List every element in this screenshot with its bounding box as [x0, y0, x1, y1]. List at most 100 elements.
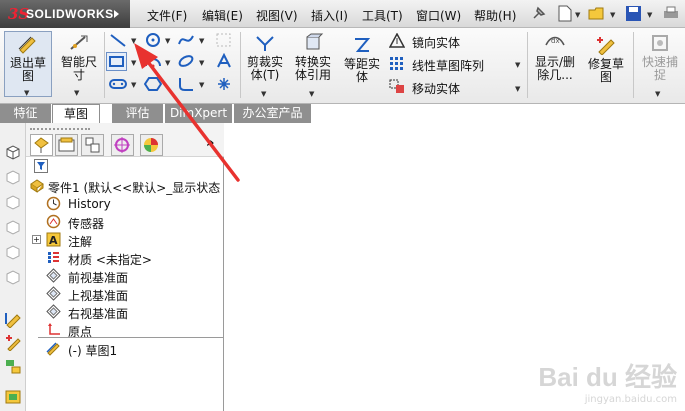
smart-dimension-dropdown-icon[interactable]: ▼: [74, 89, 79, 97]
menu-file[interactable]: 文件(F): [147, 7, 187, 24]
convert-entities-button[interactable]: 转换实 体引用: [289, 31, 337, 97]
convert-dropdown-icon[interactable]: ▼: [309, 90, 314, 98]
quick-snaps-dropdown-icon[interactable]: ▼: [655, 90, 660, 98]
menu-view[interactable]: 视图(V): [256, 7, 298, 24]
layers-icon[interactable]: [4, 358, 22, 376]
display-pane-icon[interactable]: [4, 388, 22, 406]
view-right-icon[interactable]: [4, 218, 22, 236]
tree-item-sketch1[interactable]: (-) 草图1: [68, 342, 117, 359]
menu-tools[interactable]: 工具(T): [362, 7, 403, 24]
offset-entities-icon: [355, 38, 371, 52]
tree-item-sensors[interactable]: 传感器: [68, 215, 104, 232]
part-icon: [30, 179, 44, 193]
save-icon[interactable]: [625, 5, 643, 22]
tab-property-manager[interactable]: [55, 134, 78, 156]
tree-item-material[interactable]: 材质 <未指定>: [68, 251, 152, 268]
print-icon[interactable]: [662, 5, 680, 22]
app-name: SOLIDWORKS: [26, 7, 114, 21]
front-plane-icon: [46, 268, 61, 283]
tree-item-history[interactable]: History: [68, 197, 111, 211]
view-iso-icon[interactable]: [4, 243, 22, 261]
command-manager: 退出草 图 ▼ 智能尺 寸 ▼ ▼ ▼ ▼ ▼ ▼ ▼ ▼ ▼ 剪裁实 体(T)…: [0, 28, 685, 104]
repair-sketch-button[interactable]: 修复草 图: [582, 31, 630, 97]
view-cube-icon[interactable]: [4, 143, 22, 161]
tree-item-top-plane[interactable]: 上视基准面: [68, 287, 128, 304]
save-dropdown-icon[interactable]: ▼: [647, 11, 652, 19]
move-entities-label[interactable]: 移动实体: [412, 80, 460, 97]
sensors-icon: [46, 214, 61, 229]
title-bar: 3S SOLIDWORKS 文件(F) 编辑(E) 视图(V) 插入(I) 工具…: [0, 0, 685, 28]
view-toolbar: [0, 123, 26, 411]
new-document-icon[interactable]: [556, 5, 574, 22]
linear-pattern-label[interactable]: 线性草图阵列: [412, 57, 484, 74]
pin-icon[interactable]: [530, 5, 548, 22]
command-tabs: 特征 草图 评估 DimXpert 办公室产品: [0, 104, 685, 123]
annotation-arrow: [134, 43, 240, 182]
trim-dropdown-icon[interactable]: ▼: [261, 90, 266, 98]
sketch-icon: [46, 342, 60, 356]
smart-dimension-button[interactable]: 智能尺 寸: [56, 31, 102, 97]
quick-snaps-label-2: 捉: [653, 68, 666, 82]
logo-arrow-icon[interactable]: [114, 10, 119, 18]
view-normal-icon[interactable]: [4, 268, 22, 286]
display-delete-label-2: 除几...: [537, 68, 573, 82]
menu-window[interactable]: 窗口(W): [416, 7, 461, 24]
tree-item-front-plane[interactable]: 前视基准面: [68, 269, 128, 286]
exit-sketch-dropdown-icon[interactable]: ▼: [24, 89, 29, 97]
move-entities-icon[interactable]: [389, 79, 405, 94]
exit-sketch-icon: [18, 36, 36, 54]
annotations-icon: A: [46, 232, 61, 247]
configuration-manager-icon: [85, 137, 100, 153]
tab-features[interactable]: 特征: [0, 104, 52, 123]
smart-dimension-label-2: 寸: [72, 68, 85, 82]
material-icon: [48, 252, 59, 263]
property-manager-icon: [58, 137, 75, 152]
exit-sketch-button[interactable]: 退出草 图: [4, 31, 52, 97]
tree-item-annotations[interactable]: 注解: [68, 233, 92, 250]
tab-configuration-manager[interactable]: [81, 134, 104, 156]
sketch-edit-icon[interactable]: [4, 310, 22, 328]
ribbon-separator: [527, 32, 528, 98]
open-folder-icon[interactable]: [588, 5, 606, 22]
expand-annotations-icon[interactable]: +: [32, 235, 41, 244]
tree-item-right-plane[interactable]: 右视基准面: [68, 305, 128, 322]
quick-snaps-icon: [652, 35, 668, 51]
watermark-brand: Bai du 经验: [538, 362, 677, 392]
tab-sketch[interactable]: 草图: [52, 104, 100, 123]
mirror-entities-label[interactable]: 镜向实体: [412, 34, 460, 51]
rollback-bar[interactable]: [38, 337, 224, 338]
exit-sketch-label-2: 图: [21, 69, 34, 83]
ribbon-separator: [633, 32, 634, 98]
svg-text:A: A: [49, 234, 58, 247]
panel-grip[interactable]: [30, 128, 90, 131]
svg-text:dx: dx: [551, 37, 560, 45]
add-relation-icon[interactable]: [4, 333, 22, 351]
watermark-url: jingyan.baidu.com: [584, 394, 677, 405]
repair-sketch-icon: [597, 37, 615, 56]
mirror-icon[interactable]: [389, 33, 405, 48]
new-dropdown-icon[interactable]: ▼: [575, 11, 580, 19]
offset-label-2: 体: [355, 70, 368, 84]
feature-tree-icon: [34, 137, 49, 153]
convert-label-2: 体引用: [294, 68, 331, 82]
menu-insert[interactable]: 插入(I): [311, 7, 348, 24]
move-dropdown-icon[interactable]: ▼: [515, 85, 520, 93]
menu-help[interactable]: 帮助(H): [474, 7, 516, 24]
tab-feature-tree[interactable]: [30, 134, 53, 156]
smart-dimension-icon: [70, 35, 88, 50]
offset-entities-button[interactable]: 等距实 体: [340, 31, 384, 97]
repair-sketch-label-2: 图: [599, 70, 612, 84]
view-front-icon[interactable]: [4, 168, 22, 186]
view-top-icon[interactable]: [4, 193, 22, 211]
filter-icon[interactable]: [34, 159, 48, 173]
solidworks-logo: 3S SOLIDWORKS: [0, 0, 130, 28]
linear-pattern-icon[interactable]: [389, 56, 405, 71]
origin-icon: [48, 323, 60, 335]
right-plane-icon: [46, 304, 61, 319]
quick-snaps-button[interactable]: 快速捕 捉: [637, 31, 683, 97]
display-delete-relations-button[interactable]: dx 显示/删 除几...: [531, 31, 579, 97]
pattern-dropdown-icon[interactable]: ▼: [515, 61, 520, 69]
menu-edit[interactable]: 编辑(E): [202, 7, 243, 24]
convert-entities-icon: [306, 33, 324, 50]
open-dropdown-icon[interactable]: ▼: [610, 11, 615, 19]
